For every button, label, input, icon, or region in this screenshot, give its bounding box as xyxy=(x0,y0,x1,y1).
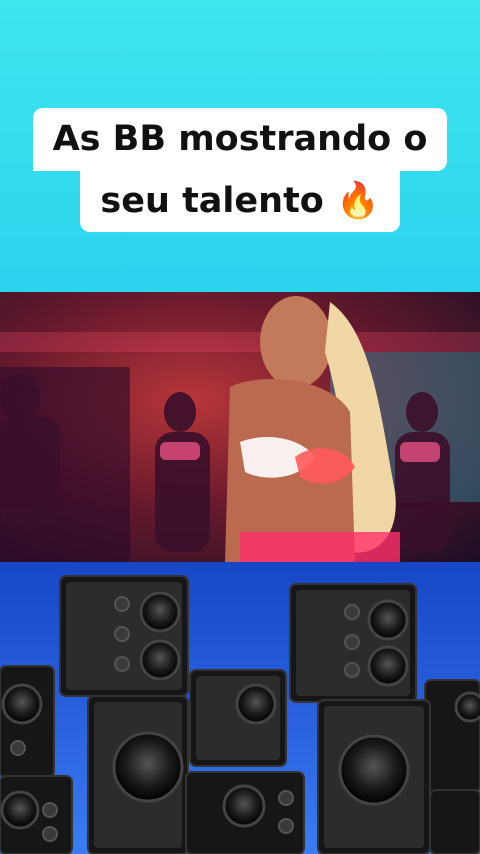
caption-line-1: As BB mostrando o xyxy=(32,108,448,171)
video-frame[interactable] xyxy=(0,292,480,562)
speakers-image xyxy=(0,562,480,854)
speaker-stack xyxy=(0,575,480,854)
caption: As BB mostrando o seu talento 🔥 xyxy=(0,108,480,233)
dancers-scene xyxy=(0,296,480,562)
caption-line-2: seu talento 🔥 xyxy=(80,169,400,233)
